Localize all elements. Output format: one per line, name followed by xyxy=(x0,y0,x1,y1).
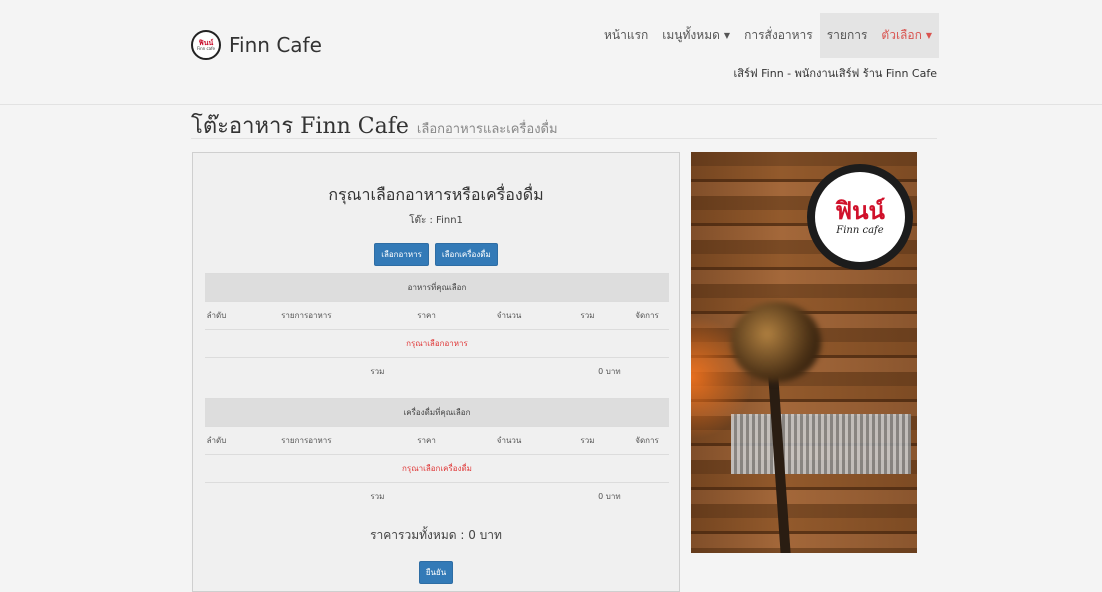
drink-table: เครื่องดื่มที่คุณเลือก ลำดับ รายการอาหาร… xyxy=(205,398,669,510)
nav-item-home-label: หน้าแรก xyxy=(604,28,649,42)
staff-info: เสิร์ฟ Finn - พนักงานเสิร์ฟ ร้าน Finn Ca… xyxy=(733,67,937,80)
table-row: กรุณาเลือกเครื่องดื่ม xyxy=(205,454,669,483)
col-header: รวม xyxy=(549,301,626,330)
page-subtitle: เลือกอาหารและเครื่องดื่ม xyxy=(416,122,558,137)
cafe-badge-inner: ฟินน์ Finn cafe xyxy=(815,172,905,262)
caret-down-icon: ▼ xyxy=(925,31,933,40)
cafe-photo: ฟินน์ Finn cafe xyxy=(691,152,917,553)
nav-item-options-label: ตัวเลือก xyxy=(881,28,922,42)
page-header: โต๊ะอาหาร Finn Cafe เลือกอาหารและเครื่อง… xyxy=(191,108,937,139)
table-number: โต๊ะ : Finn1 xyxy=(409,215,463,226)
col-header: รายการอาหาร xyxy=(227,301,385,330)
drink-table-header: ลำดับ รายการอาหาร ราคา จำนวน รวม จัดการ xyxy=(205,426,669,455)
brand-logo-subtext: Finn cafe xyxy=(197,45,215,51)
col-header: ลำดับ xyxy=(205,426,228,455)
food-total-value: 0 บาท xyxy=(549,357,669,385)
col-header: ราคา xyxy=(384,301,469,330)
nav-item-home[interactable]: หน้าแรก xyxy=(597,13,655,58)
nav-item-list-label: รายการ xyxy=(826,28,868,42)
table-row: รวม 0 บาท xyxy=(205,357,669,385)
table-row: รวม 0 บาท xyxy=(205,482,669,510)
cafe-badge-logo: ฟินน์ Finn cafe xyxy=(807,164,913,270)
col-header: รายการอาหาร xyxy=(227,426,385,455)
nav-item-all-menu-label: เมนูทั้งหมด xyxy=(662,28,720,42)
confirm-wrap: ยืนยัน xyxy=(193,561,679,584)
drink-total-label: รวม xyxy=(205,482,550,510)
nav-item-options[interactable]: ตัวเลือก ▼ xyxy=(874,13,940,58)
page-title: โต๊ะอาหาร Finn Cafe xyxy=(191,114,409,139)
nav-menu: หน้าแรก เมนูทั้งหมด ▼ การสั่งอาหาร รายกา… xyxy=(597,13,940,58)
brand-logo-icon: ฟินน์ Finn cafe xyxy=(191,30,221,60)
microphone-icon xyxy=(731,302,821,382)
select-buttons: เลือกอาหาร เลือกเครื่องดื่ม xyxy=(193,243,679,266)
col-header: จำนวน xyxy=(468,301,550,330)
top-navbar: ฟินน์ Finn cafe Finn Cafe หน้าแรก เมนูทั… xyxy=(0,0,1102,105)
col-header: ราคา xyxy=(384,426,469,455)
badge-sub-text: Finn cafe xyxy=(836,224,884,236)
nav-item-ordering-label: การสั่งอาหาร xyxy=(744,28,813,42)
tin-panel xyxy=(731,414,911,474)
nav-item-list[interactable]: รายการ xyxy=(819,13,875,58)
col-header: จัดการ xyxy=(625,301,669,330)
brand[interactable]: ฟินน์ Finn cafe Finn Cafe xyxy=(191,30,322,60)
grand-total: ราคารวมทั้งหมด : 0 บาท xyxy=(370,528,502,542)
nav-item-ordering[interactable]: การสั่งอาหาร xyxy=(737,13,820,58)
food-table-header: ลำดับ รายการอาหาร ราคา จำนวน รวม จัดการ xyxy=(205,301,669,330)
caret-down-icon: ▼ xyxy=(723,31,731,40)
badge-main-text: ฟินน์ xyxy=(835,196,885,225)
drink-total-value: 0 บาท xyxy=(549,482,669,510)
food-table: อาหารที่คุณเลือก ลำดับ รายการอาหาร ราคา … xyxy=(205,273,669,385)
nav-item-all-menu[interactable]: เมนูทั้งหมด ▼ xyxy=(655,13,737,58)
table-row: กรุณาเลือกอาหาร xyxy=(205,329,669,358)
col-header: ลำดับ xyxy=(205,301,228,330)
food-empty-message: กรุณาเลือกอาหาร xyxy=(205,329,669,358)
drink-empty-message: กรุณาเลือกเครื่องดื่ม xyxy=(205,454,669,483)
col-header: จัดการ xyxy=(625,426,669,455)
select-food-button[interactable]: เลือกอาหาร xyxy=(374,243,429,266)
food-table-caption: อาหารที่คุณเลือก xyxy=(205,273,669,302)
food-total-label: รวม xyxy=(205,357,550,385)
col-header: รวม xyxy=(549,426,626,455)
select-drink-button[interactable]: เลือกเครื่องดื่ม xyxy=(434,243,498,266)
drink-table-caption: เครื่องดื่มที่คุณเลือก xyxy=(205,398,669,427)
col-header: จำนวน xyxy=(468,426,550,455)
brand-name[interactable]: Finn Cafe xyxy=(229,33,322,57)
order-panel: กรุณาเลือกอาหารหรือเครื่องดื่ม โต๊ะ : Fi… xyxy=(192,152,680,592)
confirm-button[interactable]: ยืนยัน xyxy=(418,561,454,584)
order-prompt: กรุณาเลือกอาหารหรือเครื่องดื่ม xyxy=(328,185,544,204)
